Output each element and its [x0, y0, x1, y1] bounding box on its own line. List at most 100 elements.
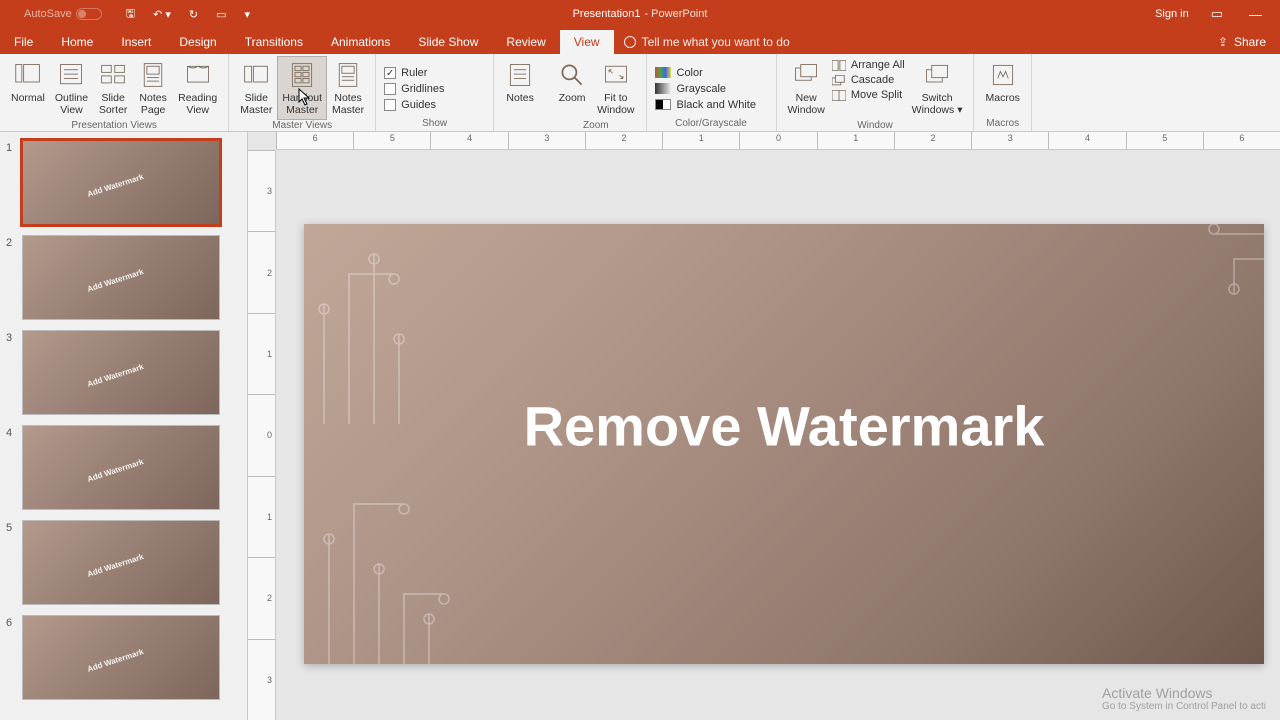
zoom-button[interactable]: Zoom	[552, 56, 592, 108]
normal-view-button[interactable]: Normal	[6, 56, 50, 108]
arrange-all-icon	[832, 60, 846, 71]
slide-master-icon	[241, 60, 271, 90]
ribbon-display-options-icon[interactable]: ▭	[1207, 6, 1227, 22]
activate-title: Activate Windows	[1102, 685, 1266, 701]
thumbnail-preview: Add Watermark	[22, 330, 220, 415]
move-split-button[interactable]: Move Split	[830, 88, 907, 102]
minimize-icon[interactable]: —	[1245, 7, 1266, 22]
checkbox-icon	[384, 83, 396, 95]
save-icon[interactable]: 🖫	[126, 5, 135, 24]
color-button[interactable]: Color	[653, 66, 705, 80]
black-white-button[interactable]: Black and White	[653, 98, 758, 112]
slide-sorter-icon	[98, 60, 128, 90]
arrange-all-button[interactable]: Arrange All	[830, 58, 907, 72]
slide-master-button[interactable]: Slide Master	[235, 56, 277, 120]
slide-thumbnail[interactable]: 4Add Watermark	[0, 423, 247, 512]
color-swatch-icon	[655, 67, 671, 78]
autosave-toggle[interactable]: AutoSave	[24, 8, 102, 20]
slide-editor: 6543210123456 3210123 Remove Watermark	[248, 132, 1280, 720]
slide-thumbnail-panel[interactable]: 1Add Watermark 2Add Watermark 3Add Water…	[0, 132, 248, 720]
quick-access-toolbar: 🖫 ↶ ▾ ↻ ▭ ▾	[126, 5, 250, 24]
group-label: Macros	[980, 118, 1024, 131]
reading-view-button[interactable]: Reading View	[173, 56, 222, 120]
ruler-checkbox[interactable]: ✓Ruler	[382, 66, 429, 80]
lightbulb-icon	[624, 36, 636, 48]
group-window: New Window Arrange All Cascade Move Spli…	[777, 54, 975, 131]
ribbon: Normal Outline View Slide Sorter Notes P…	[0, 54, 1280, 132]
tab-design[interactable]: Design	[165, 30, 230, 54]
vertical-ruler[interactable]: 3210123	[248, 150, 276, 720]
doc-name: Presentation1	[573, 8, 641, 20]
slide-thumbnail[interactable]: 2Add Watermark	[0, 233, 247, 322]
guides-checkbox[interactable]: Guides	[382, 98, 438, 112]
new-window-icon	[791, 60, 821, 90]
tab-slideshow[interactable]: Slide Show	[404, 30, 492, 54]
bw-swatch-icon	[655, 99, 671, 110]
tab-insert[interactable]: Insert	[107, 30, 165, 54]
workspace: 1Add Watermark 2Add Watermark 3Add Water…	[0, 132, 1280, 720]
tab-transitions[interactable]: Transitions	[231, 30, 317, 54]
slide-sorter-button[interactable]: Slide Sorter	[93, 56, 133, 120]
group-label: Show	[382, 118, 487, 131]
slide-canvas-area[interactable]: Remove Watermark	[304, 224, 1280, 720]
group-label: Presentation Views	[6, 120, 222, 133]
notes-master-icon	[333, 60, 363, 90]
thumbnail-preview: Add Watermark	[22, 425, 220, 510]
grayscale-button[interactable]: Grayscale	[653, 82, 729, 96]
outline-view-button[interactable]: Outline View	[50, 56, 93, 120]
switch-windows-icon	[922, 60, 952, 90]
macros-button[interactable]: Macros	[980, 56, 1024, 108]
slide-title-text[interactable]: Remove Watermark	[524, 394, 1045, 459]
horizontal-ruler[interactable]: 6543210123456	[276, 132, 1280, 150]
tell-me-search[interactable]: Tell me what you want to do	[624, 35, 790, 54]
notes-master-button[interactable]: Notes Master	[327, 56, 369, 120]
qat-customize-icon[interactable]: ▾	[245, 8, 251, 21]
group-presentation-views: Normal Outline View Slide Sorter Notes P…	[0, 54, 229, 131]
notes-page-button[interactable]: Notes Page	[133, 56, 173, 120]
tab-file[interactable]: File	[0, 30, 47, 54]
app-name: - PowerPoint	[644, 8, 707, 20]
slide-thumbnail[interactable]: 6Add Watermark	[0, 613, 247, 702]
thumbnail-preview: Add Watermark	[22, 235, 220, 320]
move-split-icon	[832, 90, 846, 101]
reading-view-icon	[183, 60, 213, 90]
thumbnail-preview: Add Watermark	[22, 520, 220, 605]
normal-view-icon	[13, 60, 43, 90]
start-from-beginning-icon[interactable]: ▭	[216, 8, 226, 21]
activate-subtitle: Go to System in Control Panel to acti	[1102, 701, 1266, 712]
group-label: Color/Grayscale	[653, 118, 770, 131]
ribbon-tabs: File Home Insert Design Transitions Anim…	[0, 28, 1280, 54]
gridlines-checkbox[interactable]: Gridlines	[382, 82, 446, 96]
share-label: Share	[1234, 35, 1266, 49]
slide-thumbnail[interactable]: 1Add Watermark	[0, 138, 247, 227]
undo-icon[interactable]: ↶ ▾	[153, 8, 171, 21]
handout-master-icon	[287, 60, 317, 90]
new-window-button[interactable]: New Window	[783, 56, 830, 120]
share-button[interactable]: ⇪ Share	[1218, 35, 1266, 49]
slide-canvas[interactable]: Remove Watermark	[304, 224, 1264, 664]
notes-icon	[505, 60, 535, 90]
notes-button[interactable]: Notes	[500, 56, 540, 108]
slide-thumbnail[interactable]: 5Add Watermark	[0, 518, 247, 607]
tab-home[interactable]: Home	[47, 30, 107, 54]
macros-icon	[988, 60, 1018, 90]
tab-review[interactable]: Review	[492, 30, 559, 54]
handout-master-button[interactable]: Handout Master	[277, 56, 327, 120]
cascade-button[interactable]: Cascade	[830, 73, 907, 87]
tab-animations[interactable]: Animations	[317, 30, 404, 54]
slide-thumbnail[interactable]: 3Add Watermark	[0, 328, 247, 417]
group-notes: Notes	[494, 54, 546, 131]
group-zoom: Zoom Fit to Window Zoom	[546, 54, 646, 131]
grayscale-swatch-icon	[655, 83, 671, 94]
tab-view[interactable]: View	[560, 30, 614, 54]
switch-windows-button[interactable]: Switch Windows ▾	[907, 56, 968, 120]
checkbox-checked-icon: ✓	[384, 67, 396, 79]
outline-view-icon	[56, 60, 86, 90]
document-title: Presentation1 - PowerPoint	[573, 8, 708, 20]
group-show: ✓Ruler Gridlines Guides Show	[376, 54, 494, 131]
zoom-icon	[557, 60, 587, 90]
sign-in-link[interactable]: Sign in	[1155, 8, 1189, 20]
autosave-label: AutoSave	[24, 8, 72, 20]
redo-icon[interactable]: ↻	[189, 8, 198, 21]
fit-to-window-button[interactable]: Fit to Window	[592, 56, 639, 120]
